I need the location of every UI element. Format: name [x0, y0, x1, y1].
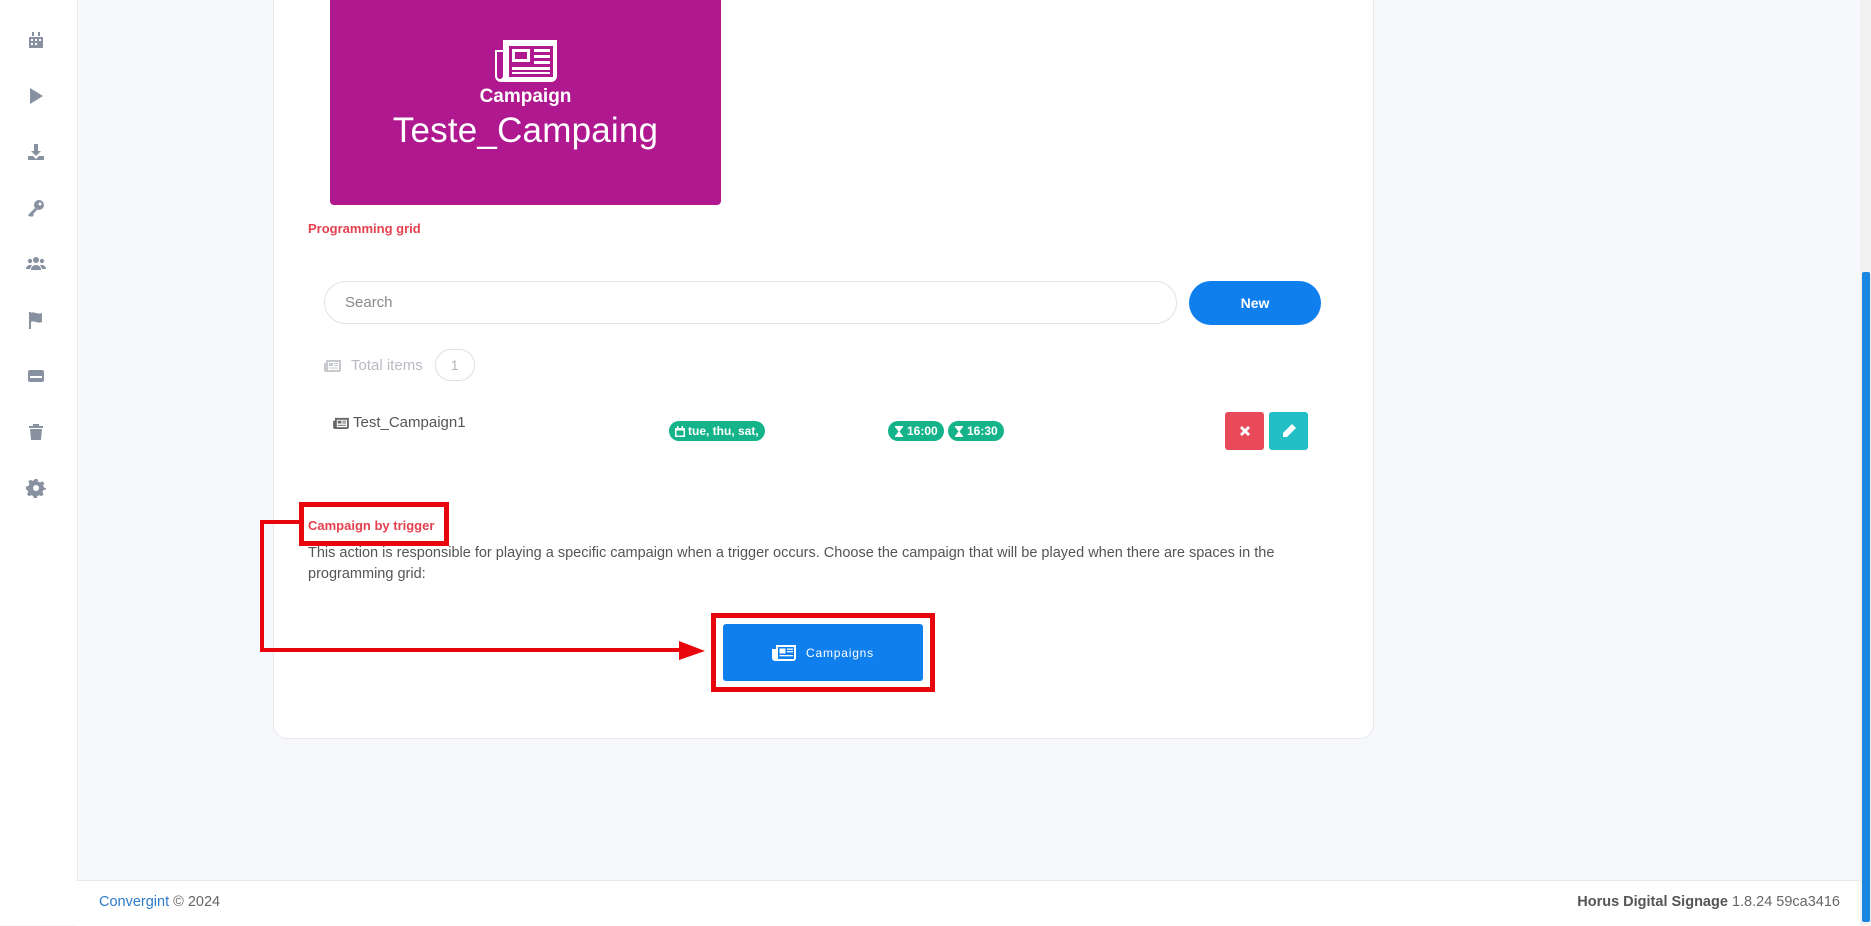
hero-label: Campaign	[479, 86, 572, 107]
scrollbar[interactable]	[1860, 0, 1871, 925]
version-text: 1.8.24 59ca3416	[1731, 894, 1840, 910]
search-input[interactable]	[324, 281, 1177, 324]
trash-icon[interactable]	[23, 419, 49, 445]
total-items-count: 1	[434, 349, 475, 381]
end-time-badge: 16:30	[948, 421, 1004, 441]
edit-button[interactable]	[1269, 412, 1308, 450]
start-time-badge: 16:00	[888, 421, 944, 441]
days-badge: tue, thu, sat,	[669, 421, 765, 441]
campaign-hero-tile: Campaign Teste_Campaing	[330, 0, 721, 205]
download-icon[interactable]	[23, 139, 49, 165]
key-icon[interactable]	[23, 195, 49, 221]
footer-version: Horus Digital Signage 1.8.24 59ca3416	[1577, 894, 1840, 910]
start-time-text: 16:00	[907, 424, 938, 438]
pencil-icon	[1282, 424, 1296, 437]
scrollbar-thumb[interactable]	[1862, 272, 1870, 922]
row-campaign-name: Test_Campaign1	[333, 414, 466, 431]
sidebar	[0, 0, 78, 925]
product-name: Horus Digital Signage	[1577, 894, 1728, 910]
campaign-name: Teste_Campaing	[392, 111, 659, 150]
footer-copyright: Convergint © 2024	[99, 894, 220, 910]
play-icon[interactable]	[23, 83, 49, 109]
programming-grid-title: Programming grid	[308, 221, 421, 236]
total-items: Total items 1	[324, 349, 475, 381]
calendar-icon	[675, 425, 685, 437]
total-items-label: Total items	[351, 356, 423, 374]
brand-link[interactable]: Convergint	[99, 894, 169, 910]
new-button[interactable]: New	[1189, 281, 1321, 325]
flag-icon[interactable]	[23, 307, 49, 333]
highlight-box-button	[711, 613, 935, 692]
newspaper-icon	[324, 359, 341, 372]
device-icon[interactable]	[23, 363, 49, 389]
row-name-text: Test_Campaign1	[353, 414, 466, 431]
end-time-text: 16:30	[967, 424, 998, 438]
hourglass-icon	[955, 425, 963, 437]
gear-icon[interactable]	[23, 475, 49, 501]
copyright-text: © 2024	[173, 894, 221, 910]
hourglass-icon	[895, 425, 903, 437]
delete-button[interactable]	[1225, 412, 1264, 450]
close-icon	[1239, 426, 1250, 436]
highlight-box-title	[299, 502, 449, 546]
footer: Convergint © 2024 Horus Digital Signage …	[77, 880, 1860, 926]
trigger-description: This action is responsible for playing a…	[308, 545, 1275, 582]
newspaper-icon	[333, 417, 349, 429]
newspaper-icon	[493, 36, 559, 84]
calendar-icon[interactable]	[23, 27, 49, 53]
users-icon[interactable]	[23, 251, 49, 277]
days-text: tue, thu, sat,	[688, 424, 759, 438]
